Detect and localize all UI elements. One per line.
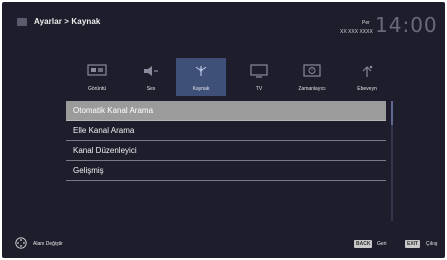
- tab-label: TV: [255, 86, 263, 92]
- day-label: Per: [362, 20, 370, 26]
- tab-label: Zamanlayıcı: [298, 86, 326, 92]
- change-area-hint: Alanı Değiştir: [33, 241, 63, 247]
- tab-label: Ebeveyn: [357, 86, 377, 92]
- navigation-pad-icon: [15, 237, 27, 249]
- menu-item-kanal-duzenleyici[interactable]: Kanal Düzenleyici: [66, 141, 386, 161]
- display-settings-icon: [87, 64, 107, 76]
- breadcrumb: Ayarlar > Kaynak: [34, 17, 101, 26]
- exit-key[interactable]: EXIT: [405, 240, 421, 248]
- speaker-icon: [144, 66, 158, 76]
- antenna-source-icon: [195, 66, 207, 76]
- scrollbar[interactable]: [391, 101, 393, 221]
- tab-label: Kaynak: [192, 86, 210, 92]
- clock: 14:00: [375, 13, 438, 37]
- tab-ses[interactable]: Ses: [126, 58, 176, 96]
- header: Ayarlar > Kaynak Per XX XXX XXXX 14:00: [2, 2, 445, 52]
- tv-icon: [250, 64, 268, 78]
- scrollbar-thumb[interactable]: [391, 101, 393, 125]
- menu-item-gelismis[interactable]: Gelişmiş: [66, 161, 386, 181]
- tab-tv[interactable]: TV: [234, 58, 284, 96]
- parental-lock-icon: [362, 65, 373, 77]
- menu-item-otomatik-kanal-arama[interactable]: Otomatik Kanal Arama: [66, 101, 386, 121]
- back-label: Geri: [377, 241, 387, 247]
- folder-icon: [17, 18, 27, 26]
- tab-ebeveyn[interactable]: Ebeveyn: [342, 58, 392, 96]
- back-key[interactable]: BACK: [354, 240, 373, 248]
- tab-goruntu[interactable]: Görüntü: [72, 58, 122, 96]
- tv-menu-screen: Ayarlar > Kaynak Per XX XXX XXXX 14:00 G…: [0, 0, 447, 260]
- timer-icon: [303, 64, 321, 77]
- tab-label: Ses: [146, 86, 156, 92]
- tab-label: Görüntü: [87, 86, 107, 92]
- tab-kaynak[interactable]: Kaynak: [176, 58, 226, 96]
- footer: Alanı Değiştir BACK Geri EXIT Çıkış: [2, 234, 445, 254]
- tab-zamanlayici[interactable]: Zamanlayıcı: [287, 58, 337, 96]
- exit-label: Çıkış: [426, 241, 438, 247]
- date-label: XX XXX XXXX: [340, 29, 373, 35]
- source-menu-list: Otomatik Kanal Arama Elle Kanal Arama Ka…: [66, 101, 386, 181]
- menu-item-elle-kanal-arama[interactable]: Elle Kanal Arama: [66, 121, 386, 141]
- category-tabs: Görüntü Ses Kaynak TV Zamanlayıcı Ebevey…: [72, 58, 392, 96]
